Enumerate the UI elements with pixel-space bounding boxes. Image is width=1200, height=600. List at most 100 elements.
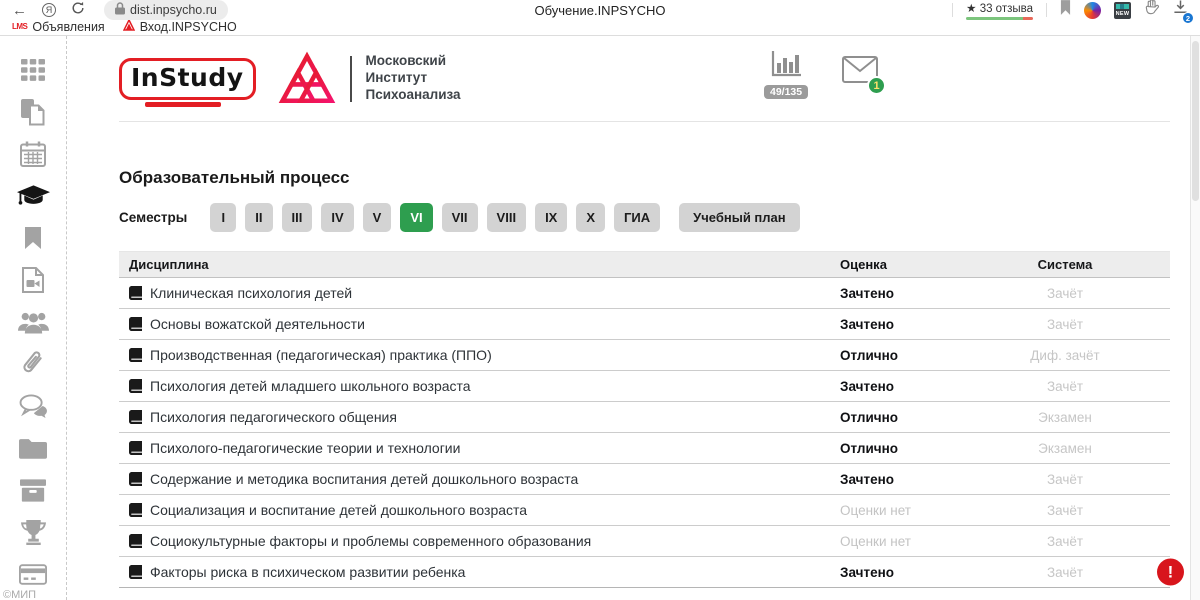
system-value: Зачёт [980, 379, 1150, 394]
semester-button[interactable]: IV [321, 203, 353, 232]
system-value: Зачёт [980, 565, 1150, 580]
graduation-cap-icon[interactable] [0, 175, 66, 217]
book-icon [129, 441, 142, 455]
semester-button[interactable]: X [576, 203, 605, 232]
grade-value: Отлично [840, 410, 980, 425]
semester-button[interactable]: IX [535, 203, 567, 232]
discipline-name: Социализация и воспитание детей дошкольн… [150, 502, 527, 518]
book-icon [129, 317, 142, 331]
bookmarks-bar: LMS Объявления Вход.INPSYCHO [0, 20, 1200, 36]
table-row[interactable]: Производственная (педагогическая) практи… [119, 340, 1170, 371]
semester-button[interactable]: III [282, 203, 313, 232]
system-value: Зачёт [980, 534, 1150, 549]
book-icon [129, 410, 142, 424]
semesters-label: Семестры [119, 210, 187, 225]
book-icon [129, 503, 142, 517]
archive-icon[interactable] [0, 469, 66, 511]
grades-table-body: Клиническая психология детей Зачтено Зач… [119, 278, 1170, 588]
book-icon [129, 348, 142, 362]
mail-badge: 1 [867, 76, 886, 95]
scrollbar[interactable] [1190, 36, 1200, 600]
mail-widget[interactable]: 1 [842, 56, 878, 88]
chat-icon[interactable] [0, 385, 66, 427]
table-row[interactable]: Психология детей младшего школьного возр… [119, 371, 1170, 402]
back-icon[interactable]: ← [12, 3, 27, 18]
semester-button[interactable]: II [245, 203, 272, 232]
discipline-name: Клиническая психология детей [150, 285, 352, 301]
yandex-icon[interactable]: Я [42, 3, 56, 17]
discipline-name: Социокультурные факторы и проблемы совре… [150, 533, 591, 549]
progress-widget[interactable]: 49/135 [764, 51, 808, 99]
grade-value: Отлично [840, 441, 980, 456]
grade-value: Зачтено [840, 317, 980, 332]
table-row[interactable]: Психология педагогического общения Отлич… [119, 402, 1170, 433]
discipline-name: Факторы риска в психическом развитии реб… [150, 564, 465, 580]
scrollbar-thumb[interactable] [1192, 41, 1199, 201]
bookmark-icon[interactable] [0, 217, 66, 259]
star-icon: ★ [966, 3, 976, 15]
progress-badge: 49/135 [764, 85, 808, 99]
table-row[interactable]: Основы вожатской деятельности Зачтено За… [119, 309, 1170, 340]
system-value: Экзамен [980, 410, 1150, 425]
divider [1046, 3, 1047, 17]
semester-button[interactable]: I [210, 203, 236, 232]
header-system: Система [980, 257, 1150, 272]
grade-value: Оценки нет [840, 503, 980, 518]
video-file-icon[interactable] [0, 259, 66, 301]
bookmark-announcements[interactable]: LMS Объявления [12, 20, 105, 34]
apps-grid-icon[interactable] [0, 49, 66, 91]
page-header: InStudy Московский Институт [119, 36, 1170, 122]
new-extension-icon[interactable]: NEW [1114, 2, 1131, 19]
trophy-icon[interactable] [0, 511, 66, 553]
institute-name: Московский Институт Психоанализа [366, 53, 461, 104]
grades-table: Дисциплина Оценка Система Клиническая пс… [119, 251, 1170, 588]
grade-value: Зачтено [840, 565, 980, 580]
alert-icon[interactable]: ! [1157, 559, 1184, 586]
table-row[interactable]: Социокультурные факторы и проблемы совре… [119, 526, 1170, 557]
semester-button[interactable]: VI [400, 203, 432, 232]
semester-selector: Семестры IIIIIIIVVVIVIIVIIIIXXГИАУчебный… [119, 203, 1170, 232]
users-icon[interactable] [0, 301, 66, 343]
bookmark-flag-icon[interactable] [1060, 0, 1071, 20]
semester-button[interactable]: ГИА [614, 203, 660, 232]
calendar-icon[interactable] [0, 133, 66, 175]
divider [952, 3, 953, 17]
book-icon [129, 534, 142, 548]
grade-value: Зачтено [840, 472, 980, 487]
table-row[interactable]: Социализация и воспитание детей дошкольн… [119, 495, 1170, 526]
table-row[interactable]: Клиническая психология детей Зачтено Зач… [119, 278, 1170, 309]
semester-button[interactable]: V [363, 203, 392, 232]
table-row[interactable]: Факторы риска в психическом развитии реб… [119, 557, 1170, 588]
instudy-logo[interactable]: InStudy [119, 58, 256, 100]
browser-extension-icon[interactable] [1084, 2, 1101, 19]
reviews-widget[interactable]: ★ 33 отзыва [966, 1, 1033, 20]
system-value: Зачёт [980, 472, 1150, 487]
table-row[interactable]: Психолого-педагогические теории и технол… [119, 433, 1170, 464]
header-grade: Оценка [840, 257, 980, 272]
table-row[interactable]: Содержание и методика воспитания детей д… [119, 464, 1170, 495]
folder-icon[interactable] [0, 427, 66, 469]
page-title: Образовательный процесс [119, 168, 1170, 188]
hand-extension-icon[interactable] [1144, 0, 1160, 21]
book-icon [129, 472, 142, 486]
semester-button[interactable]: VIII [487, 203, 527, 232]
book-icon [129, 286, 142, 300]
paperclip-icon[interactable] [0, 343, 66, 385]
discipline-name: Психология детей младшего школьного возр… [150, 378, 471, 394]
system-value: Экзамен [980, 441, 1150, 456]
lms-icon: LMS [12, 22, 27, 31]
address-bar[interactable]: dist.inpsycho.ru [104, 0, 228, 20]
documents-icon[interactable] [0, 91, 66, 133]
reload-icon[interactable] [71, 1, 85, 20]
discipline-name: Основы вожатской деятельности [150, 316, 365, 332]
semester-button[interactable]: VII [442, 203, 478, 232]
semester-button[interactable]: Учебный план [679, 203, 799, 232]
lock-icon [115, 2, 125, 18]
download-icon[interactable]: 2 [1173, 0, 1188, 20]
bookmark-login[interactable]: Вход.INPSYCHO [123, 19, 237, 34]
discipline-name: Содержание и методика воспитания детей д… [150, 471, 578, 487]
header-discipline: Дисциплина [119, 257, 840, 272]
mip-favicon [123, 19, 135, 34]
download-badge: 2 [1182, 12, 1194, 24]
mip-logo-icon[interactable] [278, 51, 336, 107]
